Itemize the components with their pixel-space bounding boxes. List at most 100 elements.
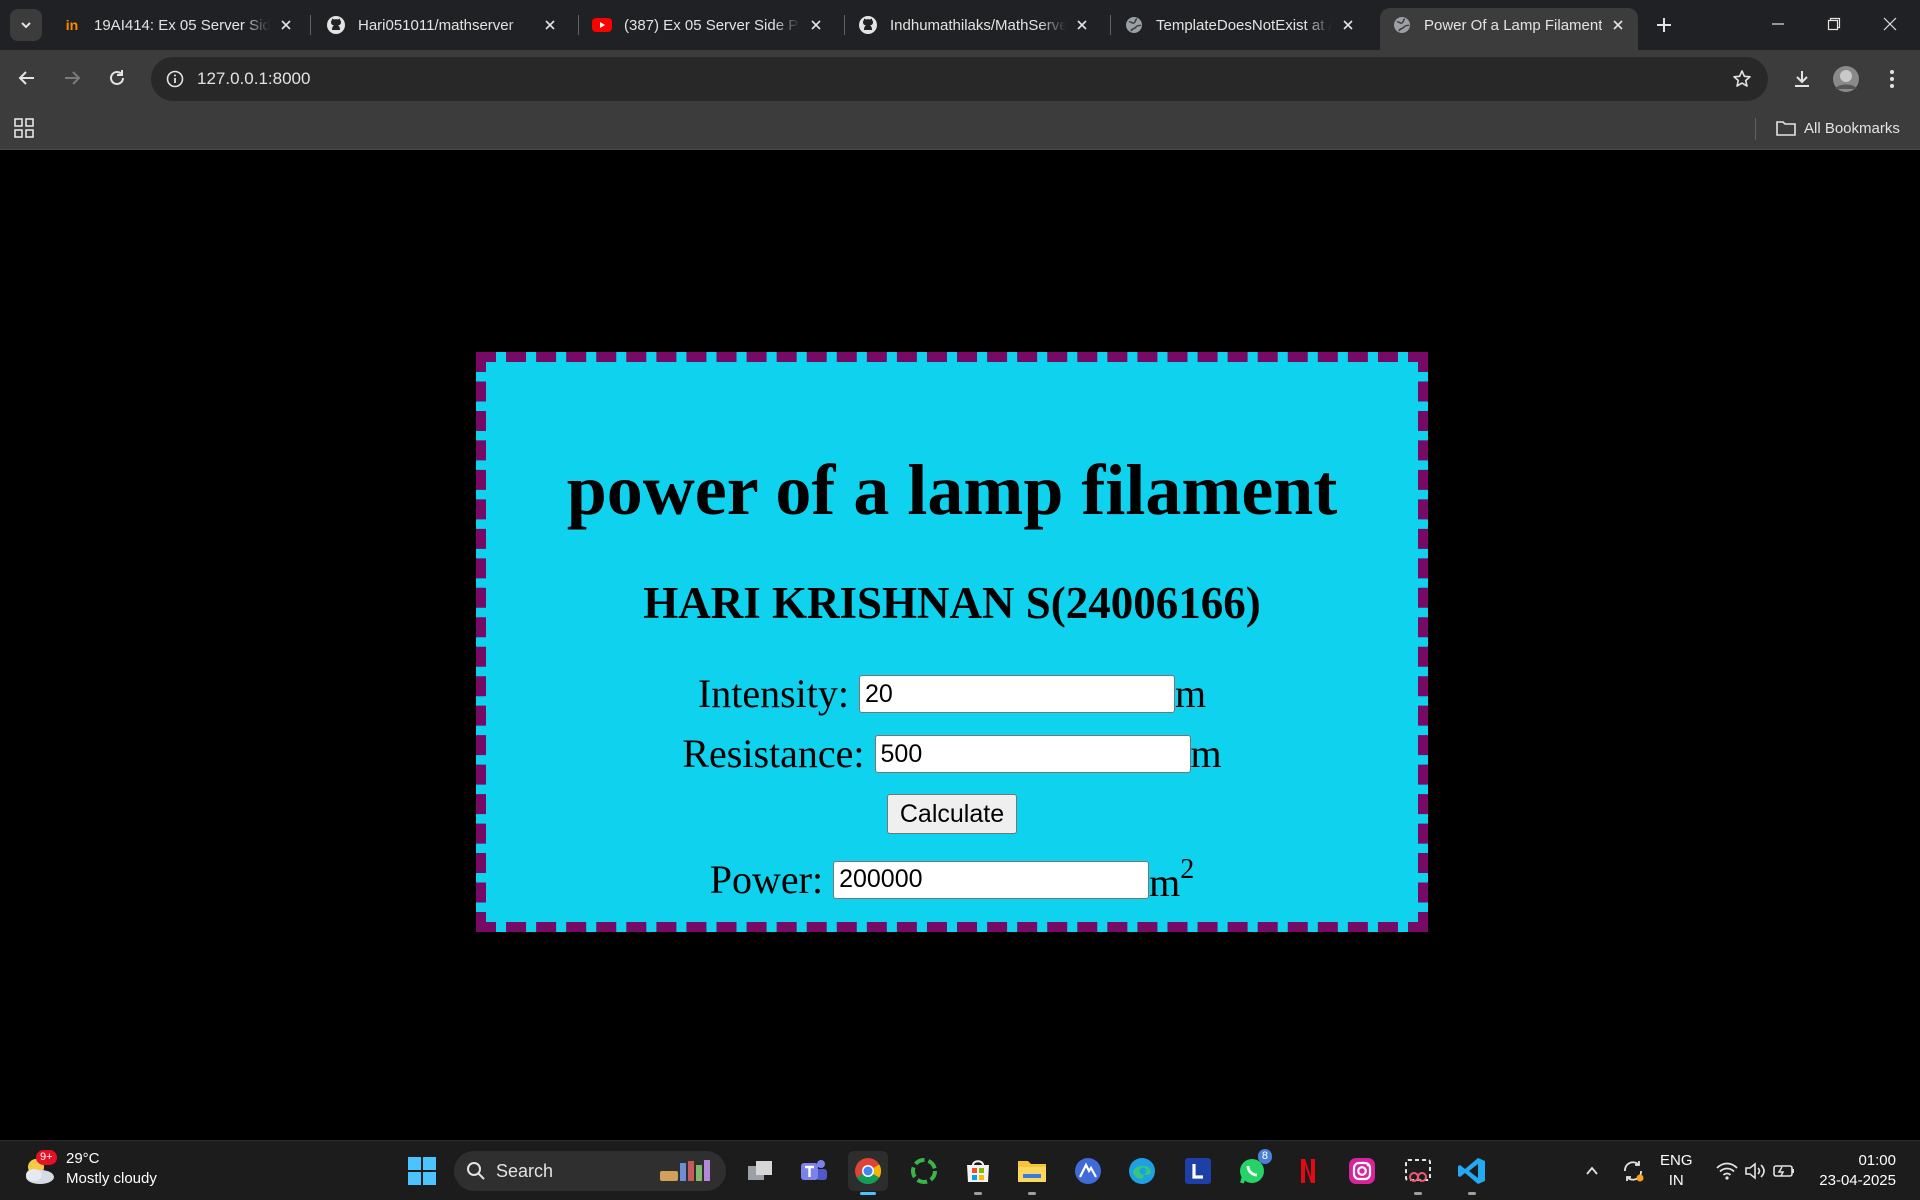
power-unit-base: m [1149, 860, 1181, 905]
calculate-button[interactable]: Calculate [886, 794, 1018, 834]
tab-5[interactable]: TemplateDoesNotExist at / [1112, 8, 1368, 42]
tab-title: 19AI414: Ex 05 Server Side [94, 16, 270, 34]
bookmark-star-icon[interactable] [1730, 67, 1754, 91]
calculator-card: power of a lamp filament HARI KRISHNAN S… [476, 352, 1428, 932]
button-row: Calculate [486, 794, 1418, 834]
reload-button[interactable] [100, 61, 134, 95]
close-icon[interactable] [540, 15, 560, 35]
power-unit-exponent: 2 [1180, 854, 1195, 885]
weather-temperature: 29°C [66, 1150, 100, 1167]
search-icon [466, 1161, 486, 1181]
windows-taskbar: 9+ 29°C Mostly cloudy Search 8 ENG IN 01… [0, 1140, 1920, 1200]
weather-widget[interactable]: 9+ 29°C Mostly cloudy [20, 1149, 157, 1189]
globe-icon [1124, 15, 1144, 35]
close-icon[interactable] [1072, 15, 1092, 35]
running-indicator [974, 1192, 982, 1195]
browser-toolbar: 127.0.0.1:8000 [0, 50, 1920, 108]
youtube-icon [592, 15, 612, 35]
tab-title: Indhumathilaks/MathServer [890, 16, 1066, 34]
intensity-row: Intensity: m [486, 674, 1418, 714]
reload-icon [110, 70, 124, 85]
profile-avatar[interactable] [1830, 63, 1862, 95]
whatsapp-badge: 8 [1257, 1149, 1272, 1164]
apps-grid-icon[interactable] [12, 116, 36, 140]
language-indicator[interactable]: ENG IN [1660, 1151, 1693, 1191]
site-info-icon[interactable] [159, 63, 191, 95]
back-button[interactable] [10, 61, 44, 95]
chevron-down-icon [21, 22, 31, 29]
whatsapp-icon[interactable]: 8 [1232, 1149, 1272, 1191]
address-bar[interactable]: 127.0.0.1:8000 [151, 57, 1768, 101]
tab-strip: in 19AI414: Ex 05 Server Side Hari051011… [0, 0, 1920, 50]
region-code: IN [1668, 1172, 1684, 1189]
tab-1[interactable]: in 19AI414: Ex 05 Server Side [50, 8, 306, 42]
battery-icon[interactable] [1770, 1151, 1798, 1191]
close-icon[interactable] [806, 15, 826, 35]
running-indicator [1028, 1192, 1036, 1195]
resistance-unit: m [1190, 731, 1222, 776]
new-tab-button[interactable] [1650, 11, 1678, 39]
netflix-icon[interactable] [1288, 1151, 1328, 1191]
instagram-icon[interactable] [1342, 1151, 1382, 1191]
tab-2[interactable]: Hari051011/mathserver [314, 8, 570, 42]
sync-icon[interactable] [1618, 1151, 1648, 1191]
active-indicator [860, 1192, 876, 1195]
forward-button[interactable] [55, 61, 89, 95]
power-unit: m2 [1149, 856, 1194, 903]
edge-icon[interactable] [1122, 1151, 1162, 1191]
close-icon[interactable] [1338, 15, 1358, 35]
restore-button[interactable] [1812, 8, 1856, 40]
close-icon[interactable] [1608, 15, 1628, 35]
page-viewport: power of a lamp filament HARI KRISHNAN S… [0, 151, 1920, 1140]
globe-icon [1392, 15, 1412, 35]
all-bookmarks-button[interactable]: All Bookmarks [1776, 116, 1900, 140]
power-output[interactable] [833, 860, 1150, 899]
running-indicator [1468, 1192, 1476, 1195]
intensity-input[interactable] [858, 675, 1175, 713]
folder-icon [1776, 120, 1796, 136]
volume-icon[interactable] [1742, 1151, 1768, 1191]
all-bookmarks-label: All Bookmarks [1804, 119, 1900, 137]
tab-active[interactable]: Power Of a Lamp Filament [1380, 8, 1638, 50]
vscode-icon[interactable] [1452, 1151, 1492, 1195]
taskbar-search[interactable]: Search [454, 1151, 726, 1191]
file-explorer-icon[interactable] [1012, 1151, 1052, 1195]
weather-cloud-icon: 9+ [20, 1149, 60, 1189]
weather-description: Mostly cloudy [66, 1170, 157, 1187]
page-title: power of a lamp filament [566, 450, 1338, 530]
snipping-tool-icon[interactable] [1398, 1151, 1438, 1195]
start-button[interactable] [402, 1151, 442, 1191]
power-row: Power: m2 [486, 856, 1418, 903]
close-window-button[interactable] [1868, 8, 1912, 40]
menu-kebab-icon[interactable] [1876, 63, 1908, 95]
url-text[interactable]: 127.0.0.1:8000 [197, 69, 310, 89]
search-highlight-icon [658, 1157, 718, 1190]
tab-title: (387) Ex 05 Server Side Pro [624, 16, 800, 34]
task-view-icon[interactable] [740, 1151, 780, 1191]
show-hidden-icons-chevron-icon[interactable] [1580, 1151, 1604, 1191]
github-icon [858, 15, 878, 35]
wifi-icon[interactable] [1714, 1151, 1740, 1191]
close-icon[interactable] [276, 15, 296, 35]
system-clock[interactable]: 01:00 23-04-2025 [1819, 1151, 1896, 1191]
clock-time: 01:00 [1858, 1152, 1896, 1169]
resistance-row: Resistance: m [486, 734, 1418, 774]
tab-search-button[interactable] [10, 9, 42, 41]
teams-icon[interactable] [794, 1151, 834, 1191]
l-app-icon[interactable] [1178, 1151, 1218, 1191]
chrome-icon[interactable] [848, 1151, 888, 1195]
app-a-icon[interactable] [1068, 1151, 1108, 1191]
tab-separator [310, 15, 311, 35]
minimize-button[interactable] [1756, 8, 1800, 40]
tab-4[interactable]: Indhumathilaks/MathServer [846, 8, 1102, 42]
download-icon[interactable] [1786, 63, 1818, 95]
green-ring-app-icon[interactable] [904, 1151, 944, 1191]
bookmarks-separator [1755, 118, 1756, 140]
language-code: ENG [1660, 1152, 1693, 1169]
tab-3[interactable]: (387) Ex 05 Server Side Pro [580, 8, 836, 42]
tab-title: Hari051011/mathserver [358, 16, 514, 34]
microsoft-store-icon[interactable] [958, 1151, 998, 1195]
resistance-input[interactable] [874, 735, 1191, 773]
plus-icon [1657, 18, 1671, 32]
resistance-label: Resistance: [682, 731, 865, 776]
